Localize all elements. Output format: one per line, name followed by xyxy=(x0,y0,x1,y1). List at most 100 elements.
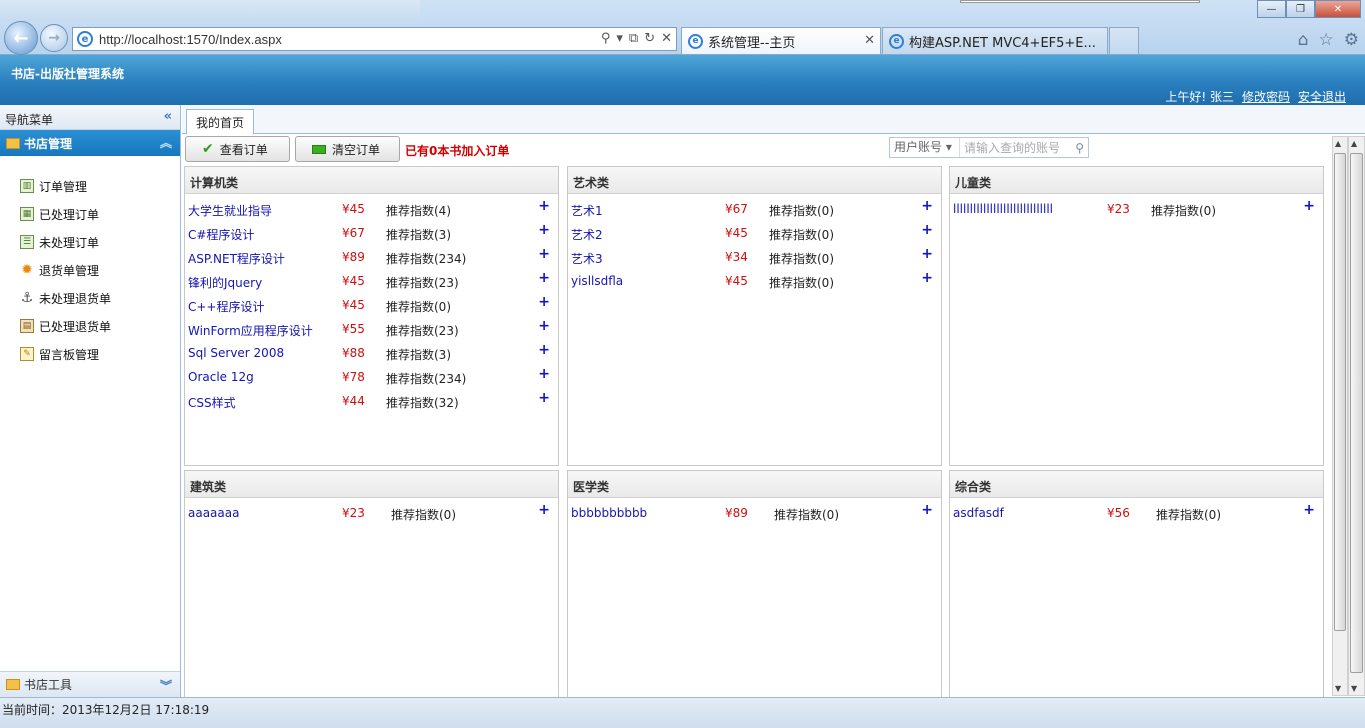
settings-icon[interactable]: ⚙ xyxy=(1344,30,1359,50)
add-to-order-button[interactable]: + xyxy=(921,502,933,518)
category-panel: 计算机类 大学生就业指导 ¥45 推荐指数(4) + C#程序设计 ¥67 推荐指数(3) + A… xyxy=(184,166,559,466)
greeting: 上午好! 张三 xyxy=(1165,90,1234,104)
book-title-link[interactable]: C++程序设计 xyxy=(188,298,265,315)
search-icon[interactable]: ⚲ xyxy=(1075,141,1088,155)
book-title-link[interactable]: aaaaaaa xyxy=(188,506,239,520)
book-title-link[interactable]: 大学生就业指导 xyxy=(188,202,272,219)
book-title-link[interactable]: ASP.NET程序设计 xyxy=(188,250,285,267)
close-window-icon[interactable]: ✕ xyxy=(1315,0,1361,18)
add-to-order-button[interactable]: + xyxy=(538,366,550,382)
view-order-button[interactable]: ✔ 查看订单 xyxy=(185,136,290,162)
collapse-left-icon[interactable]: « xyxy=(164,109,172,124)
scroll-thumb[interactable] xyxy=(1334,153,1346,631)
book-title-link[interactable]: 锋利的Jquery xyxy=(188,274,262,291)
book-title-link[interactable]: asdfasdf xyxy=(953,506,1004,520)
sidebar-item-orders[interactable]: ▥ 订单管理 xyxy=(20,172,180,200)
browser-tab-2[interactable]: e 构建ASP.NET MVC4+EF5+E... xyxy=(882,27,1108,54)
book-title-link[interactable]: 艺术3 xyxy=(571,250,603,267)
book-price: ¥23 xyxy=(342,506,365,520)
book-price: ¥89 xyxy=(342,250,365,264)
search-input[interactable]: 请输入查询的账号 xyxy=(960,139,1075,156)
book-recommend-index: 推荐指数(0) xyxy=(769,276,834,290)
change-password-link[interactable]: 修改密码 xyxy=(1242,88,1290,105)
scroll-thumb[interactable] xyxy=(1350,153,1363,673)
add-to-order-button[interactable]: + xyxy=(538,222,550,238)
expand-down-icon[interactable]: ︾ xyxy=(160,677,172,694)
sidebar-item-processed-returns[interactable]: ▤ 已处理退货单 xyxy=(20,312,180,340)
logout-link[interactable]: 安全退出 xyxy=(1298,88,1346,105)
book-price: ¥56 xyxy=(1107,506,1130,520)
category-title: 医学类 xyxy=(568,471,941,498)
add-to-order-button[interactable]: + xyxy=(538,270,550,286)
book-row: aaaaaaa ¥23 推荐指数(0) + xyxy=(185,500,558,524)
sidebar-item-unprocessed-orders[interactable]: ☰ 未处理订单 xyxy=(20,228,180,256)
home-icon[interactable]: ⌂ xyxy=(1298,30,1309,50)
minimize-icon[interactable]: — xyxy=(1257,0,1286,18)
add-to-order-button[interactable]: + xyxy=(538,502,550,518)
add-to-order-button[interactable]: + xyxy=(538,318,550,334)
book-recommend-index: 推荐指数(0) xyxy=(391,508,456,522)
clear-order-label: 清空订单 xyxy=(332,142,381,157)
add-to-order-button[interactable]: + xyxy=(538,294,550,310)
sidebar-item-returns[interactable]: ✹ 退货单管理 xyxy=(20,256,180,284)
add-to-order-button[interactable]: + xyxy=(1303,198,1315,214)
maximize-icon[interactable]: ❐ xyxy=(1286,0,1315,18)
panel-tools[interactable]: 书店工具 ︾ xyxy=(0,671,180,697)
book-recommend-index: 推荐指数(234) xyxy=(386,252,467,266)
browser-tab-1[interactable]: e 系统管理--主页 ✕ xyxy=(681,27,881,54)
book-title-link[interactable]: WinForm应用程序设计 xyxy=(188,322,313,339)
page-scrollbar[interactable]: ▲ ▼ xyxy=(1348,136,1365,696)
window-title-strip xyxy=(0,0,420,20)
add-to-order-button[interactable]: + xyxy=(538,246,550,262)
search-field-select[interactable]: 用户账号 ▾ xyxy=(890,138,960,157)
browser-tab-label: 系统管理--主页 xyxy=(708,35,796,51)
panel-bookstore[interactable]: 书店管理 ︽ xyxy=(0,130,180,156)
scroll-down-icon[interactable]: ▼ xyxy=(1335,684,1341,693)
inner-scrollbar[interactable]: ▲ ▼ xyxy=(1332,136,1348,696)
sidebar-item-processed-orders[interactable]: ▦ 已处理订单 xyxy=(20,200,180,228)
book-row: llllllllllllllllllllllllllllll ¥23 推荐指数(0)… xyxy=(950,196,1323,220)
new-tab-button[interactable] xyxy=(1109,27,1139,54)
book-title-link[interactable]: 艺术1 xyxy=(571,202,603,219)
book-title-link[interactable]: bbbbbbbbbb xyxy=(571,506,647,520)
collapse-up-icon[interactable]: ︽ xyxy=(160,134,172,151)
compat-icon[interactable]: ⧉ xyxy=(629,31,638,46)
book-title-link[interactable]: llllllllllllllllllllllllllllll xyxy=(953,202,1053,216)
forward-icon[interactable]: → xyxy=(40,24,68,52)
book-title-link[interactable]: CSS样式 xyxy=(188,394,236,411)
book-title-link[interactable]: yisllsdfla xyxy=(571,274,623,288)
tab-home[interactable]: 我的首页 xyxy=(186,109,254,135)
favorites-icon[interactable]: ☆ xyxy=(1319,30,1334,50)
book-row: WinForm应用程序设计 ¥55 推荐指数(23) + xyxy=(185,316,558,340)
add-to-order-button[interactable]: + xyxy=(921,246,933,262)
sidebar-item-unprocessed-returns[interactable]: ⚓ 未处理退货单 xyxy=(20,284,180,312)
book-title-link[interactable]: C#程序设计 xyxy=(188,226,254,243)
book-title-link[interactable]: Sql Server 2008 xyxy=(188,346,284,360)
add-to-order-button[interactable]: + xyxy=(921,198,933,214)
stop-icon[interactable]: ✕ xyxy=(661,31,672,46)
close-tab-icon[interactable]: ✕ xyxy=(864,33,875,48)
add-to-order-button[interactable]: + xyxy=(1303,502,1315,518)
address-url[interactable]: http://localhost:1570/Index.aspx xyxy=(99,32,282,47)
add-to-order-button[interactable]: + xyxy=(538,342,550,358)
add-to-order-button[interactable]: + xyxy=(538,198,550,214)
sidebar-menu: ▥ 订单管理 ▦ 已处理订单 ☰ 未处理订单 ✹ 退货单管理 ⚓ 未处理退货单 … xyxy=(0,156,180,368)
book-recommend-index: 推荐指数(0) xyxy=(774,508,839,522)
sidebar-item-message-board[interactable]: ✎ 留言板管理 xyxy=(20,340,180,368)
back-icon[interactable]: ← xyxy=(4,21,38,55)
app-header: 书店-出版社管理系统 上午好! 张三 修改密码 安全退出 xyxy=(0,55,1365,105)
scroll-up-icon[interactable]: ▲ xyxy=(1335,139,1341,148)
scroll-down-icon[interactable]: ▼ xyxy=(1351,684,1357,693)
book-title-link[interactable]: 艺术2 xyxy=(571,226,603,243)
book-row: C#程序设计 ¥67 推荐指数(3) + xyxy=(185,220,558,244)
dropdown-icon[interactable]: ▾ xyxy=(616,31,623,46)
add-to-order-button[interactable]: + xyxy=(538,390,550,406)
add-to-order-button[interactable]: + xyxy=(921,270,933,286)
clear-order-button[interactable]: 清空订单 xyxy=(295,136,400,162)
refresh-icon[interactable]: ↻ xyxy=(644,31,655,46)
scroll-up-icon[interactable]: ▲ xyxy=(1351,139,1357,148)
address-bar[interactable]: e http://localhost:1570/Index.aspx ⚲ ▾ ⧉… xyxy=(72,27,677,51)
search-icon[interactable]: ⚲ xyxy=(601,31,611,46)
add-to-order-button[interactable]: + xyxy=(921,222,933,238)
book-title-link[interactable]: Oracle 12g xyxy=(188,370,254,384)
